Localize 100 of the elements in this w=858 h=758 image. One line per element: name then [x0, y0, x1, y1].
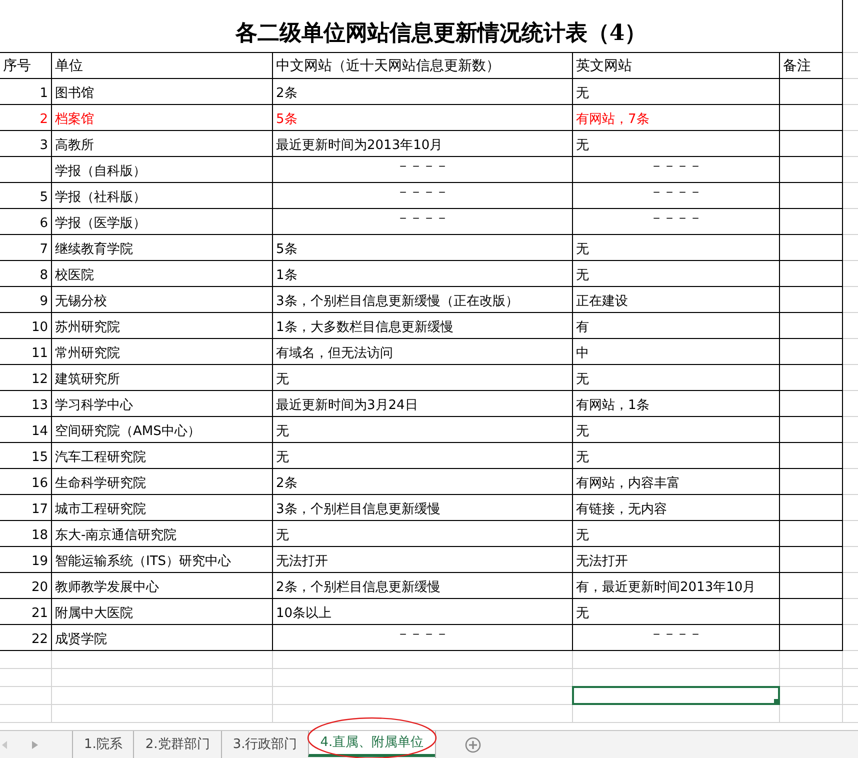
- scroll-right-icon[interactable]: [32, 740, 38, 748]
- selected-cell[interactable]: [572, 686, 780, 705]
- table-cell: －－－－: [573, 209, 780, 235]
- table-cell: 无: [573, 417, 780, 443]
- sheet-tab[interactable]: 1.院系: [72, 731, 134, 758]
- table-cell: 1条: [273, 261, 573, 287]
- table-cell: 生命科学研究院: [52, 469, 273, 495]
- table-cell: －－－－: [273, 183, 573, 209]
- table-cell: 2条: [273, 469, 573, 495]
- table-cell: 18: [0, 521, 52, 547]
- table-cell: －－－－: [273, 625, 573, 651]
- column-header: 中文网站（近十天网站信息更新数）: [273, 53, 573, 79]
- table-cell: 附属中大医院: [52, 599, 273, 625]
- table-cell: 2条，个别栏目信息更新缓慢: [273, 573, 573, 599]
- table-cell: 有网站，7条: [573, 105, 780, 131]
- table-cell: 学报（自科版）: [52, 157, 273, 183]
- table-cell: 1: [0, 79, 52, 105]
- table-cell: 无: [573, 79, 780, 105]
- table-cell: 5条: [273, 235, 573, 261]
- table-cell: －－－－: [573, 157, 780, 183]
- table-cell: 正在建设: [573, 287, 780, 313]
- table-cell: 有域名，但无法访问: [273, 339, 573, 365]
- table-cell: 无法打开: [573, 547, 780, 573]
- table-cell: 16: [0, 469, 52, 495]
- table-cell: 苏州研究院: [52, 313, 273, 339]
- add-sheet-icon[interactable]: [464, 736, 481, 752]
- table-cell: 无: [273, 443, 573, 469]
- table-cell: 常州研究院: [52, 339, 273, 365]
- table-cell: 空间研究院（AMS中心）: [52, 417, 273, 443]
- table-cell: 2条: [273, 79, 573, 105]
- table-cell: 1条，大多数栏目信息更新缓慢: [273, 313, 573, 339]
- table-cell: 成贤学院: [52, 625, 273, 651]
- table-cell: －－－－: [273, 157, 573, 183]
- table-cell: 无: [573, 365, 780, 391]
- table-cell: 3条，个别栏目信息更新缓慢（正在改版）: [273, 287, 573, 313]
- scroll-left-icon[interactable]: [2, 740, 8, 748]
- table-cell: 无: [273, 417, 573, 443]
- table-cell: 高教所: [52, 131, 273, 157]
- table-cell: 20: [0, 573, 52, 599]
- column-header: 备注: [780, 53, 843, 79]
- table-cell: 7: [0, 235, 52, 261]
- table-cell: 14: [0, 417, 52, 443]
- table-cell: －－－－: [573, 183, 780, 209]
- table-cell: 东大-南京通信研究院: [52, 521, 273, 547]
- table-cell: 22: [0, 625, 52, 651]
- table-cell: 有: [573, 313, 780, 339]
- table-cell: 智能运输系统（ITS）研究中心: [52, 547, 273, 573]
- table-cell: 9: [0, 287, 52, 313]
- table-cell: 5条: [273, 105, 573, 131]
- table-cell: 学报（医学版）: [52, 209, 273, 235]
- table-cell: 无: [573, 443, 780, 469]
- table-cell: 无: [573, 521, 780, 547]
- table-cell: 3: [0, 131, 52, 157]
- table-cell: 最近更新时间为2013年10月: [273, 131, 573, 157]
- table-cell: 城市工程研究院: [52, 495, 273, 521]
- table-cell: 有网站，内容丰富: [573, 469, 780, 495]
- table-cell: 汽车工程研究院: [52, 443, 273, 469]
- table-cell: 有，最近更新时间2013年10月: [573, 573, 780, 599]
- table-cell: 5: [0, 183, 52, 209]
- table-cell: 档案馆: [52, 105, 273, 131]
- table-cell: 无: [573, 261, 780, 287]
- table-cell: 无: [573, 235, 780, 261]
- table-cell: 建筑研究所: [52, 365, 273, 391]
- table-cell: 继续教育学院: [52, 235, 273, 261]
- table-cell: 中: [573, 339, 780, 365]
- table-cell: 6: [0, 209, 52, 235]
- table-cell: 10条以上: [273, 599, 573, 625]
- sheet-tab[interactable]: 4.直属、附属单位: [308, 731, 435, 757]
- table-cell: －－－－: [273, 209, 573, 235]
- sheet-tab[interactable]: 2.党群部门: [133, 731, 221, 758]
- table-cell: 无: [273, 365, 573, 391]
- table-cell: 有链接，无内容: [573, 495, 780, 521]
- column-header: 序号: [0, 53, 52, 79]
- table-cell: 无: [573, 599, 780, 625]
- table-cell: 3条，个别栏目信息更新缓慢: [273, 495, 573, 521]
- table-cell: 教师教学发展中心: [52, 573, 273, 599]
- table-cell: 无法打开: [273, 547, 573, 573]
- table-cell: 13: [0, 391, 52, 417]
- table-cell: 17: [0, 495, 52, 521]
- table-cell: －－－－: [573, 625, 780, 651]
- table-cell: 校医院: [52, 261, 273, 287]
- table-cell: 有网站，1条: [573, 391, 780, 417]
- column-header: 英文网站: [573, 53, 780, 79]
- table-cell: 无: [573, 131, 780, 157]
- table-cell: 最近更新时间为3月24日: [273, 391, 573, 417]
- table-cell: 8: [0, 261, 52, 287]
- column-header: 单位: [52, 53, 273, 79]
- table-cell: 学习科学中心: [52, 391, 273, 417]
- sheet-title: 各二级单位网站信息更新情况统计表（4）: [234, 19, 647, 48]
- table-cell: 15: [0, 443, 52, 469]
- table-cell: 10: [0, 313, 52, 339]
- table-cell: 2: [0, 105, 52, 131]
- table-cell: 11: [0, 339, 52, 365]
- table-cell: 学报（社科版）: [52, 183, 273, 209]
- table-cell: 21: [0, 599, 52, 625]
- table-cell: 无锡分校: [52, 287, 273, 313]
- table-cell: 12: [0, 365, 52, 391]
- table-cell: 无: [273, 521, 573, 547]
- table-cell: 19: [0, 547, 52, 573]
- table-cell: 图书馆: [52, 79, 273, 105]
